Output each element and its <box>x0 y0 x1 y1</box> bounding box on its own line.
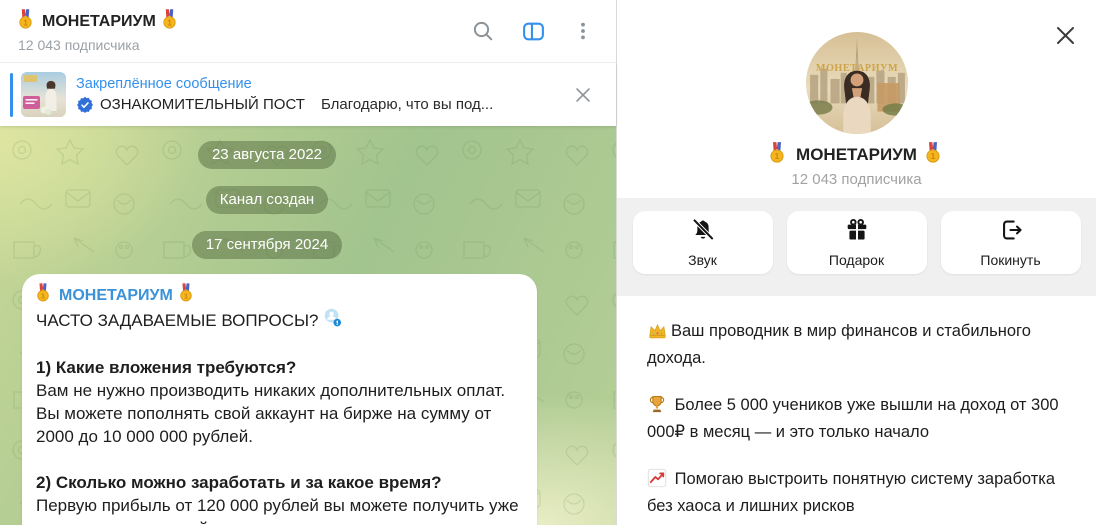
pinned-label: Закреплённое сообщение <box>76 75 252 92</box>
gold-medal-icon: 1 <box>36 283 50 308</box>
verified-badge-icon <box>76 96 94 114</box>
message-sender[interactable]: 1 МОНЕТАРИУМ 1 <box>36 283 523 308</box>
mute-button[interactable]: Звук <box>632 211 773 274</box>
columns-toggle-icon[interactable] <box>520 18 546 44</box>
description-paragraph: Более 5 000 учеников уже вышли на доход … <box>647 394 1059 441</box>
faq-answer-2: Первую прибыль от 120 000 рублей вы може… <box>36 496 519 525</box>
faq-question-1: 1) Какие вложения требуются? <box>36 358 297 377</box>
close-profile-icon[interactable] <box>1052 22 1078 48</box>
subscriber-count: 12 043 подписчика <box>18 37 140 53</box>
leave-button-label: Покинуть <box>980 252 1041 268</box>
gold-medal-icon: 1 <box>162 9 177 34</box>
channel-avatar[interactable]: МОНЕТАРИУМ <box>805 32 908 134</box>
svg-text:1: 1 <box>23 18 28 27</box>
gold-medal-icon: 1 <box>769 142 785 168</box>
svg-text:1: 1 <box>167 18 172 27</box>
crown-emoji <box>647 322 668 347</box>
leave-icon <box>998 217 1024 248</box>
message-bubble: 1 МОНЕТАРИУМ 1 ЧАСТО ЗАДАВАЕМЫЕ ВОПРОСЫ?… <box>22 274 537 525</box>
faq-answer-1: Вам не нужно производить никаких дополни… <box>36 381 506 446</box>
pinned-post-title: ОЗНАКОМИТЕЛЬНЫЙ ПОСТ <box>100 96 305 113</box>
gift-button[interactable]: Подарок <box>786 211 927 274</box>
trophy-emoji <box>647 394 667 421</box>
date-badge[interactable]: 17 сентября 2024 <box>191 231 343 259</box>
gold-medal-icon: 1 <box>18 9 33 34</box>
chat-canvas: 23 августа 2022 Канал создан 17 сентября… <box>0 126 616 525</box>
gift-button-label: Подарок <box>828 252 885 268</box>
gold-medal-icon: 1 <box>925 142 941 168</box>
profile-panel: МОНЕТАРИУМ 1 МОНЕТАРИУМ 1 12 043 подписч… <box>616 0 1096 525</box>
profile-subscriber-count: 12 043 подписчика <box>791 171 922 188</box>
channel-description: Ваш проводник в мир финансов и стабильно… <box>617 296 1096 525</box>
gift-icon <box>844 217 870 248</box>
pinned-accent-line <box>10 72 13 117</box>
mute-button-label: Звук <box>688 252 717 268</box>
blue-person-emoji <box>323 308 342 333</box>
bell-muted-icon <box>690 217 716 248</box>
chart-up-emoji <box>647 468 667 495</box>
chat-header-info[interactable]: 1 МОНЕТАРИУМ 1 12 043 подписчика <box>18 9 180 53</box>
svg-text:1: 1 <box>184 291 188 300</box>
pinned-preview: Благодарю, что вы под... <box>320 96 494 113</box>
description-paragraph: Ваш проводник в мир финансов и стабильно… <box>647 322 1031 367</box>
faq-question-2: 2) Сколько можно заработать и за какое в… <box>36 473 442 492</box>
chat-header: 1 МОНЕТАРИУМ 1 12 043 подписчика <box>0 0 616 63</box>
kebab-menu-icon[interactable] <box>570 18 596 44</box>
gold-medal-icon: 1 <box>179 283 193 308</box>
description-paragraph: Помогаю выстроить понятную систему зараб… <box>647 468 1056 515</box>
channel-title: МОНЕТАРИУМ <box>42 12 156 30</box>
date-badge[interactable]: 23 августа 2022 <box>197 141 337 169</box>
leave-button[interactable]: Покинуть <box>940 211 1081 274</box>
svg-text:1: 1 <box>41 291 45 300</box>
pinned-message-bar[interactable]: Закреплённое сообщение ОЗНАКОМИТЕЛЬНЫЙ П… <box>0 63 616 126</box>
telegram-window: 1 МОНЕТАРИУМ 1 12 043 подписчика Закрепл… <box>0 0 1096 525</box>
channel-created-badge: Канал создан <box>205 186 329 214</box>
svg-text:1: 1 <box>775 151 780 161</box>
profile-actions-band: Звук Подарок Покинуть <box>617 198 1096 296</box>
profile-channel-title: МОНЕТАРИУМ <box>796 145 917 164</box>
search-icon[interactable] <box>470 18 496 44</box>
pinned-close-icon[interactable] <box>570 82 596 108</box>
pinned-thumbnail <box>21 72 66 117</box>
message-headline: ЧАСТО ЗАДАВАЕМЫЕ ВОПРОСЫ? <box>36 311 319 330</box>
svg-text:1: 1 <box>931 151 936 161</box>
chat-column: 1 МОНЕТАРИУМ 1 12 043 подписчика Закрепл… <box>0 0 616 525</box>
